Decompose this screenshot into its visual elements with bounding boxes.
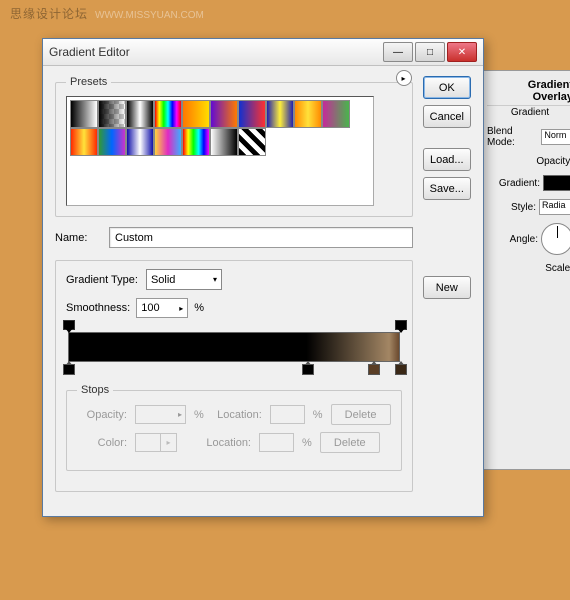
opacity-stop[interactable]	[395, 320, 405, 332]
chevron-down-icon: ▾	[213, 275, 217, 284]
ok-button[interactable]: OK	[423, 76, 471, 99]
stop-color-input: ▸	[135, 433, 177, 452]
angle-label: Angle:	[510, 234, 538, 245]
gradient-bar[interactable]	[68, 332, 400, 362]
gradient-type-fieldset: Gradient Type: Solid ▾ Smoothness: 100 ▸…	[55, 260, 413, 492]
gradient-swatch[interactable]	[543, 175, 570, 191]
save-button[interactable]: Save...	[423, 177, 471, 200]
stop-opacity-input: ▸	[135, 405, 186, 424]
load-button[interactable]: Load...	[423, 148, 471, 171]
smoothness-input[interactable]: 100 ▸	[136, 298, 188, 318]
color-stop[interactable]	[368, 361, 378, 375]
gradient-type-value: Solid	[151, 274, 175, 286]
watermark-text: 思缘设计论坛	[10, 5, 88, 22]
opacity-stop[interactable]	[63, 320, 73, 332]
titlebar[interactable]: Gradient Editor — □ ✕	[43, 39, 483, 66]
presets-fieldset: Presets ▸	[55, 76, 413, 217]
preset-swatch[interactable]	[154, 100, 182, 128]
percent-sign: %	[313, 409, 323, 421]
preset-swatch[interactable]	[126, 128, 154, 156]
close-button[interactable]: ✕	[447, 42, 477, 62]
maximize-button[interactable]: □	[415, 42, 445, 62]
gradient-type-select[interactable]: Solid ▾	[146, 269, 222, 290]
preset-swatch[interactable]	[210, 128, 238, 156]
presets-legend: Presets	[66, 76, 111, 88]
blend-mode-value[interactable]: Norm	[541, 129, 570, 145]
gradient-type-label: Gradient Type:	[66, 274, 138, 286]
chevron-down-icon: ▸	[179, 304, 183, 313]
delete-opacity-stop-button: Delete	[331, 404, 391, 425]
preset-swatch[interactable]	[182, 128, 210, 156]
gradient-editor-dialog: Gradient Editor — □ ✕ Presets ▸ Name: Gr…	[42, 38, 484, 517]
preset-swatch[interactable]	[154, 128, 182, 156]
stops-legend: Stops	[77, 384, 113, 396]
gradient-overlay-panel: Gradient Overlay Gradient Blend Mode:Nor…	[480, 70, 570, 470]
preset-swatch[interactable]	[266, 100, 294, 128]
gradient-bar-wrap[interactable]	[68, 332, 400, 362]
panel-title: Gradient Overlay	[487, 79, 570, 103]
blend-mode-label: Blend Mode:	[487, 126, 538, 148]
percent-sign: %	[302, 437, 312, 449]
stop-location-input	[270, 405, 305, 424]
preset-swatch[interactable]	[70, 100, 98, 128]
smoothness-label: Smoothness:	[66, 302, 130, 314]
stop-color-label: Color:	[77, 437, 127, 449]
preset-swatch[interactable]	[98, 128, 126, 156]
dialog-title: Gradient Editor	[49, 45, 383, 59]
stop-location-label: Location:	[201, 437, 251, 449]
scale-label: Scale:	[545, 263, 570, 274]
smoothness-value: 100	[141, 302, 159, 314]
preset-swatch[interactable]	[70, 128, 98, 156]
preset-swatch[interactable]	[238, 100, 266, 128]
preset-swatch[interactable]	[238, 128, 266, 156]
preset-swatch[interactable]	[322, 100, 350, 128]
presets-menu-icon[interactable]: ▸	[396, 70, 412, 86]
opacity-label: Opacity:	[536, 156, 570, 167]
angle-dial[interactable]	[541, 223, 570, 255]
color-stop[interactable]	[395, 361, 405, 375]
style-value[interactable]: Radia	[539, 199, 570, 215]
color-stop[interactable]	[302, 361, 312, 375]
stop-opacity-label: Opacity:	[77, 409, 127, 421]
presets-box[interactable]	[66, 96, 374, 206]
gradient-label: Gradient:	[499, 178, 540, 189]
name-label: Name:	[55, 232, 99, 244]
watermark-url: WWW.MISSYUAN.COM	[95, 10, 204, 21]
new-button[interactable]: New	[423, 276, 471, 299]
preset-swatch[interactable]	[210, 100, 238, 128]
delete-color-stop-button: Delete	[320, 432, 380, 453]
percent-sign: %	[194, 302, 204, 314]
stop-location-label: Location:	[212, 409, 262, 421]
preset-swatch[interactable]	[294, 100, 322, 128]
minimize-button[interactable]: —	[383, 42, 413, 62]
color-stop[interactable]	[63, 361, 73, 375]
name-input[interactable]	[109, 227, 413, 248]
stops-fieldset: Stops Opacity: ▸ % Location: % Delete Co…	[66, 384, 402, 471]
cancel-button[interactable]: Cancel	[423, 105, 471, 128]
preset-swatch[interactable]	[98, 100, 126, 128]
percent-sign: %	[194, 409, 204, 421]
stop-location-input	[259, 433, 294, 452]
preset-swatch[interactable]	[126, 100, 154, 128]
style-label: Style:	[511, 202, 536, 213]
panel-subtitle: Gradient	[487, 105, 570, 118]
preset-swatch[interactable]	[182, 100, 210, 128]
